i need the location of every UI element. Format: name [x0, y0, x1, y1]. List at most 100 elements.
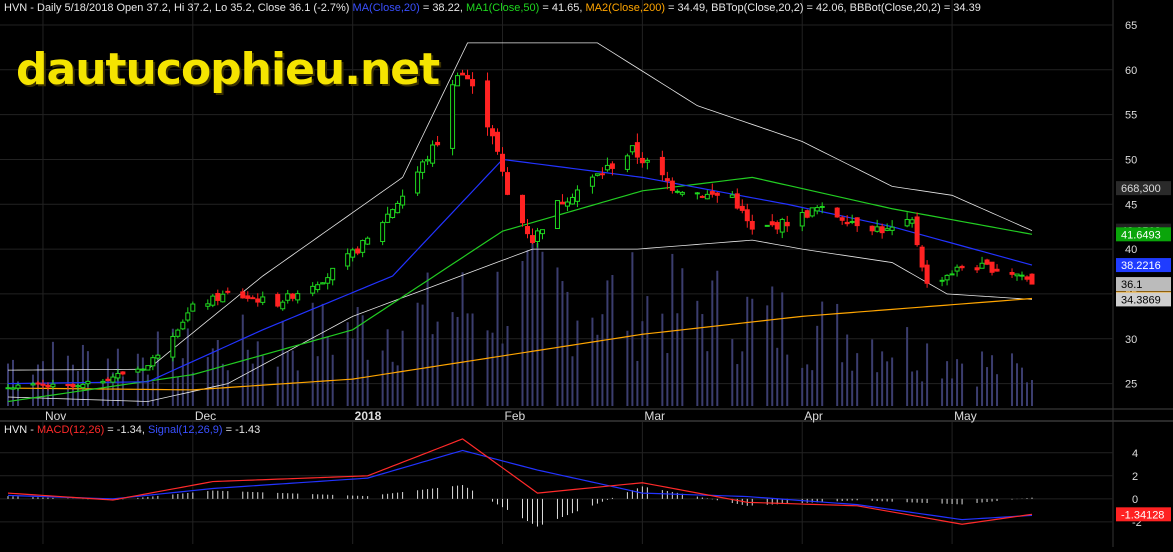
volume-bar	[281, 320, 284, 406]
candle-body	[5, 387, 11, 390]
volume-bar	[286, 351, 289, 406]
volume-bar	[311, 302, 314, 406]
volume-bar	[771, 286, 774, 406]
volume-bar	[501, 343, 504, 406]
volume-bar	[176, 376, 179, 406]
candle-body	[205, 303, 211, 307]
volume-bar	[421, 304, 424, 406]
candle-body	[80, 383, 86, 389]
candle	[809, 207, 815, 218]
volume-bar	[946, 361, 949, 406]
candle-body	[959, 265, 965, 269]
volume-bar	[676, 313, 679, 406]
volume-bar	[121, 376, 124, 406]
volume-bar	[426, 272, 429, 406]
volume-bar	[741, 351, 744, 406]
volume-bar	[256, 341, 259, 406]
candle-body	[679, 191, 685, 195]
candle-body	[275, 294, 281, 307]
volume-bar	[541, 251, 544, 406]
candle	[380, 220, 386, 246]
volume-bar	[596, 334, 599, 406]
volume-bar	[1031, 379, 1033, 406]
volume-bar	[891, 357, 894, 406]
candle-body	[574, 189, 580, 202]
month-label: May	[954, 409, 977, 423]
volume-bar	[496, 271, 499, 406]
candle	[624, 153, 630, 173]
volume-bar	[991, 355, 994, 406]
volume-bar	[321, 303, 324, 406]
candle-body	[974, 267, 980, 271]
volume-bar	[821, 301, 824, 406]
volume-bar	[136, 353, 139, 406]
volume-bar	[806, 364, 809, 406]
value-label: 38.2216	[1116, 258, 1171, 273]
candle	[450, 80, 456, 156]
price-panel-header: HVN - Daily 5/18/2018 Open 37.2, Hi 37.2…	[4, 2, 981, 14]
candle-body	[939, 279, 945, 282]
volume-bar	[356, 307, 359, 406]
candle-body	[400, 195, 406, 206]
volume-bar	[291, 350, 294, 406]
volume-bar	[151, 381, 154, 406]
value-label: 41.6493	[1116, 227, 1171, 242]
candle-body	[310, 285, 316, 294]
price-tick-label: 45	[1125, 199, 1137, 211]
volume-bar	[206, 357, 209, 406]
candle-body	[664, 178, 670, 182]
volume-bar	[661, 313, 664, 406]
price-tick-label: 40	[1125, 244, 1137, 256]
candle-body	[45, 384, 51, 388]
candle-body	[35, 382, 41, 385]
volume-bar	[386, 329, 389, 406]
macd-tick-label: 2	[1132, 471, 1138, 483]
candle-body	[924, 264, 930, 284]
header-segment: MA(Close,20)	[352, 2, 420, 14]
volume-bar	[841, 362, 844, 406]
candle-body	[190, 303, 196, 312]
candle-body	[949, 273, 955, 276]
volume-bar	[786, 354, 789, 406]
volume-bar	[366, 359, 369, 406]
volume-bar	[801, 367, 804, 406]
header-segment: MA1(Close,50)	[465, 2, 540, 14]
volume-bar	[836, 303, 839, 406]
candle-body	[210, 295, 216, 306]
candle	[919, 245, 925, 272]
volume-bar	[576, 320, 579, 406]
candle-body	[944, 274, 950, 281]
candle-body	[40, 383, 46, 386]
candle-body	[909, 219, 915, 224]
candle-body	[75, 385, 81, 388]
candle	[984, 258, 990, 266]
candle-body	[240, 291, 246, 299]
candle-body	[604, 164, 610, 171]
candle-body	[255, 298, 261, 303]
candle-body	[65, 384, 71, 387]
volume-bar	[1011, 353, 1014, 406]
volume-bar	[926, 343, 929, 406]
volume-bar	[856, 353, 859, 406]
candle-body	[285, 293, 291, 301]
volume-bar	[986, 367, 989, 406]
volume-bar	[781, 292, 784, 406]
candle-body	[914, 216, 920, 246]
volume-bar	[86, 351, 89, 406]
volume-bar	[566, 291, 569, 406]
candle-body	[505, 172, 511, 195]
candle-body	[704, 193, 710, 200]
volume-bar	[521, 260, 524, 406]
candle-body	[425, 159, 431, 162]
volume-bar	[246, 349, 249, 406]
candle-body	[979, 262, 985, 269]
candle-body	[919, 246, 925, 268]
volume-bar	[776, 347, 779, 406]
volume-bar	[671, 253, 674, 406]
candle-body	[834, 207, 840, 218]
volume-bar	[361, 315, 364, 406]
candle-body	[365, 237, 371, 245]
candle-body	[360, 240, 366, 253]
month-label: Feb	[505, 409, 526, 423]
volume-bar	[51, 341, 54, 406]
